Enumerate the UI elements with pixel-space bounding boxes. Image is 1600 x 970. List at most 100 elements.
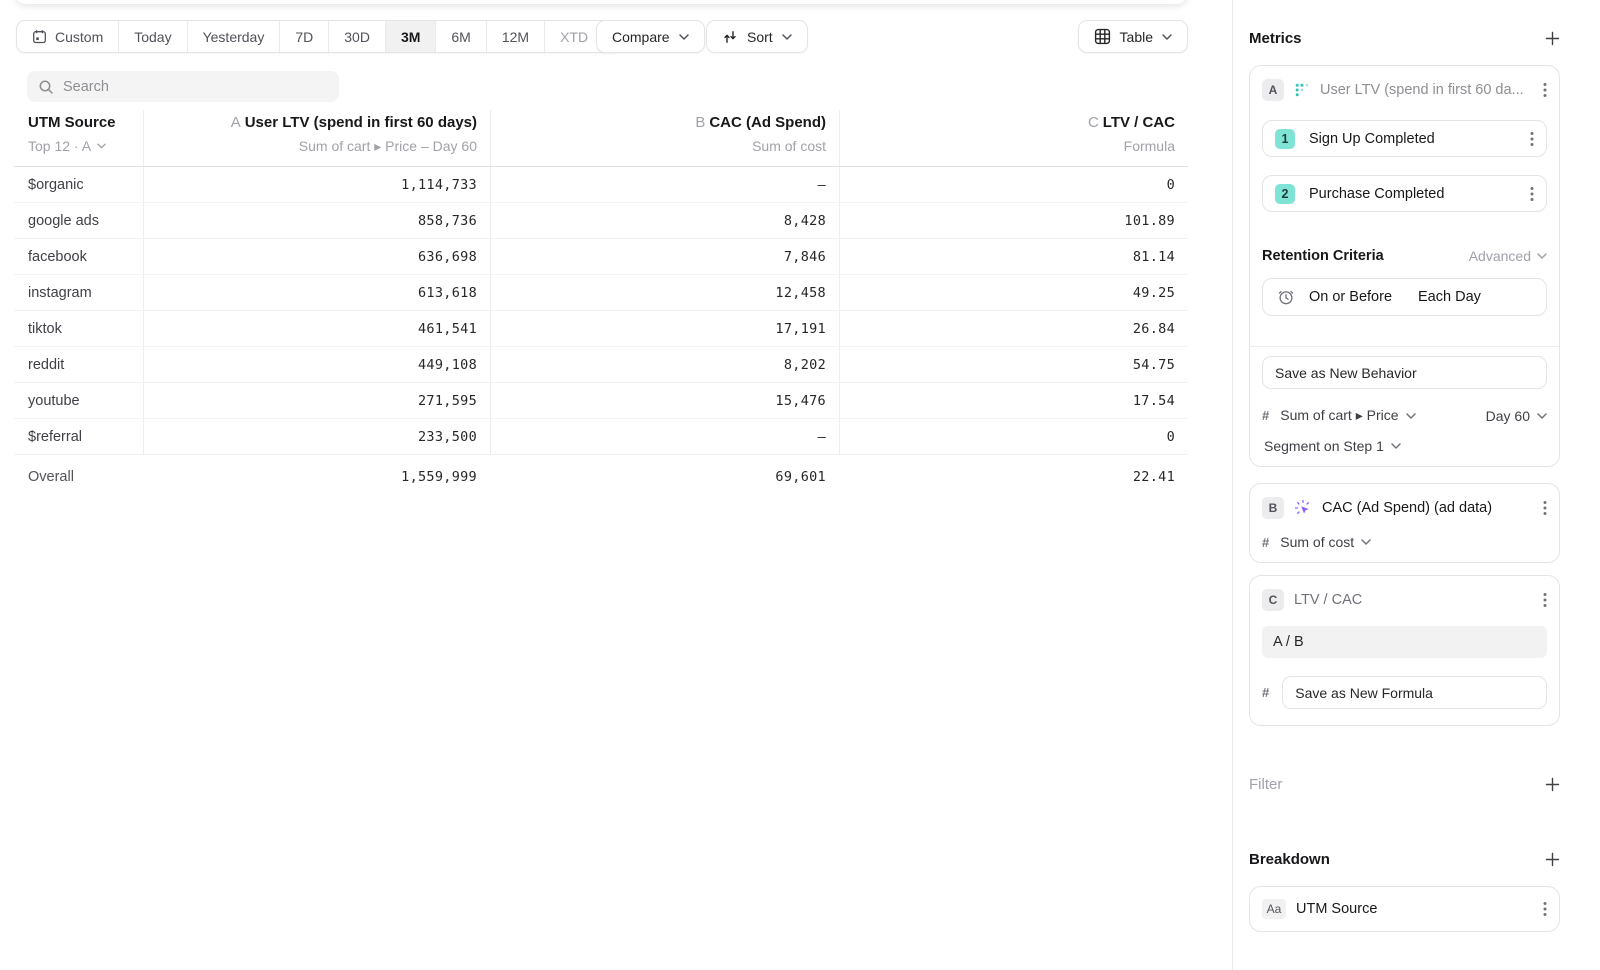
metric-letter-badge: C xyxy=(1262,589,1284,611)
view-type-table-button[interactable]: Table xyxy=(1078,20,1188,53)
search-input[interactable] xyxy=(63,79,328,95)
overall-ltv-cac: 22.41 xyxy=(839,455,1188,499)
cell-cac: – xyxy=(490,167,839,202)
table-overall-row: Overall 1,559,999 69,601 22.41 xyxy=(14,455,1188,499)
cell-ltv-cac: 17.54 xyxy=(839,383,1188,418)
metric-title[interactable]: LTV / CAC xyxy=(1294,592,1533,608)
cell-utm-source: tiktok xyxy=(14,311,143,346)
chevron-down-icon[interactable] xyxy=(97,143,106,149)
autocaptured-event-icon xyxy=(1294,499,1312,517)
kebab-menu-icon[interactable] xyxy=(1543,901,1547,917)
cell-ltv-cac: 49.25 xyxy=(839,275,1188,310)
breakdown-section-header: Breakdown xyxy=(1249,851,1560,868)
chevron-down-icon xyxy=(1406,413,1416,419)
segment-on-step-dropdown[interactable]: Segment on Step 1 xyxy=(1264,438,1401,454)
retention-criteria-row[interactable]: On or Before Each Day xyxy=(1262,278,1547,316)
column-letter: B xyxy=(695,114,705,131)
day-window-label: Day 60 xyxy=(1486,408,1530,424)
kebab-menu-icon[interactable] xyxy=(1530,186,1534,202)
column-header-user-ltv[interactable]: AUser LTV (spend in first 60 days) Sum o… xyxy=(143,110,490,166)
query-builder-sidebar: Metrics A User LTV (spend in first 60 da… xyxy=(1232,0,1600,970)
search-box xyxy=(27,71,339,102)
date-range-12m[interactable]: 12M xyxy=(487,21,545,52)
metric-title[interactable]: User LTV (spend in first 60 da... xyxy=(1320,82,1533,98)
formula-input[interactable]: A / B xyxy=(1262,626,1547,658)
kebab-menu-icon[interactable] xyxy=(1543,500,1547,516)
column-letter: A xyxy=(231,114,241,131)
add-breakdown-button[interactable] xyxy=(1545,852,1560,867)
sort-button[interactable]: Sort xyxy=(706,20,808,53)
filter-title: Filter xyxy=(1249,776,1282,793)
cell-ltv-cac: 54.75 xyxy=(839,347,1188,382)
table-row[interactable]: tiktok 461,541 17,191 26.84 xyxy=(14,311,1188,347)
funnel-step-1[interactable]: 1 Sign Up Completed xyxy=(1262,120,1547,157)
kebab-menu-icon[interactable] xyxy=(1543,592,1547,608)
kebab-menu-icon[interactable] xyxy=(1530,131,1534,147)
save-as-new-behavior-button[interactable]: Save as New Behavior xyxy=(1262,356,1547,389)
cell-user-ltv: 858,736 xyxy=(143,203,490,238)
date-range-3m-selected[interactable]: 3M xyxy=(386,21,436,52)
metric-card-b: B CAC (Ad Spend) (ad data) # Sum of cost xyxy=(1249,483,1560,563)
add-metric-button[interactable] xyxy=(1545,31,1560,46)
save-as-new-formula-button[interactable]: Save as New Formula xyxy=(1282,676,1547,709)
criteria-condition[interactable]: On or Before xyxy=(1309,289,1392,305)
advanced-label: Advanced xyxy=(1469,248,1531,264)
segment-row: Segment on Step 1 xyxy=(1262,438,1547,454)
date-range-label: 7D xyxy=(295,29,313,45)
breakdown-item-card[interactable]: Aa UTM Source xyxy=(1249,886,1560,932)
funnel-step-2[interactable]: 2 Purchase Completed xyxy=(1262,175,1547,212)
add-filter-button[interactable] xyxy=(1545,777,1560,792)
table-grid-icon xyxy=(1094,28,1111,45)
measure-property-dropdown[interactable]: Sum of cart ▸ Price xyxy=(1280,407,1415,424)
table-row[interactable]: reddit 449,108 8,202 54.75 xyxy=(14,347,1188,383)
cell-user-ltv: 449,108 xyxy=(143,347,490,382)
date-range-custom[interactable]: Custom xyxy=(17,21,119,52)
overall-cac: 69,601 xyxy=(490,455,839,499)
column-subtitle: Sum of cart ▸ Price – Day 60 xyxy=(299,138,477,155)
search-icon xyxy=(38,79,54,95)
advanced-dropdown[interactable]: Advanced xyxy=(1469,248,1547,264)
date-range-30d[interactable]: 30D xyxy=(329,21,386,52)
table-header-row: UTM Source Top 12 · A AUser LTV (spend i… xyxy=(14,110,1188,167)
measure-property-label: Sum of cart ▸ Price xyxy=(1280,407,1398,424)
cell-user-ltv: 233,500 xyxy=(143,419,490,454)
retention-criteria-header: Retention Criteria Advanced xyxy=(1262,248,1547,264)
cell-user-ltv: 613,618 xyxy=(143,275,490,310)
date-range-today[interactable]: Today xyxy=(119,21,187,52)
metric-card-c: C LTV / CAC A / B # Save as New Formula xyxy=(1249,575,1560,726)
card-divider xyxy=(1250,346,1559,347)
table-row[interactable]: $organic 1,114,733 – 0 xyxy=(14,167,1188,203)
metric-card-a: A User LTV (spend in first 60 da... 1 Si… xyxy=(1249,65,1560,467)
metric-title[interactable]: CAC (Ad Spend) (ad data) xyxy=(1322,500,1533,516)
kebab-menu-icon[interactable] xyxy=(1543,82,1547,98)
compare-button[interactable]: Compare xyxy=(596,20,705,53)
table-row[interactable]: youtube 271,595 15,476 17.54 xyxy=(14,383,1188,419)
metrics-title: Metrics xyxy=(1249,30,1302,47)
table-row[interactable]: $referral 233,500 – 0 xyxy=(14,419,1188,455)
string-property-badge: Aa xyxy=(1262,899,1286,919)
table-row[interactable]: instagram 613,618 12,458 49.25 xyxy=(14,275,1188,311)
cell-cac: 15,476 xyxy=(490,383,839,418)
cell-ltv-cac: 26.84 xyxy=(839,311,1188,346)
calendar-icon xyxy=(32,29,47,44)
measure-property-dropdown[interactable]: Sum of cost xyxy=(1280,534,1371,550)
column-title: LTV / CAC xyxy=(1103,114,1175,131)
cell-cac: 8,202 xyxy=(490,347,839,382)
compare-label: Compare xyxy=(612,29,670,45)
cell-ltv-cac: 0 xyxy=(839,167,1188,202)
criteria-unit[interactable]: Each Day xyxy=(1418,289,1481,305)
date-range-6m[interactable]: 6M xyxy=(436,21,486,52)
table-row[interactable]: google ads 858,736 8,428 101.89 xyxy=(14,203,1188,239)
column-header-utm-source[interactable]: UTM Source Top 12 · A xyxy=(14,110,143,166)
date-range-yesterday[interactable]: Yesterday xyxy=(188,21,281,52)
cell-utm-source: $referral xyxy=(14,419,143,454)
retention-criteria-title: Retention Criteria xyxy=(1262,248,1384,264)
step-label: Purchase Completed xyxy=(1309,186,1516,202)
date-range-label: XTD xyxy=(560,29,588,45)
column-header-ltv-cac[interactable]: CLTV / CAC Formula xyxy=(839,110,1188,166)
table-row[interactable]: facebook 636,698 7,846 81.14 xyxy=(14,239,1188,275)
date-range-7d[interactable]: 7D xyxy=(280,21,329,52)
column-header-cac[interactable]: BCAC (Ad Spend) Sum of cost xyxy=(490,110,839,166)
step-number-badge: 1 xyxy=(1275,129,1295,149)
day-window-dropdown[interactable]: Day 60 xyxy=(1486,408,1547,424)
